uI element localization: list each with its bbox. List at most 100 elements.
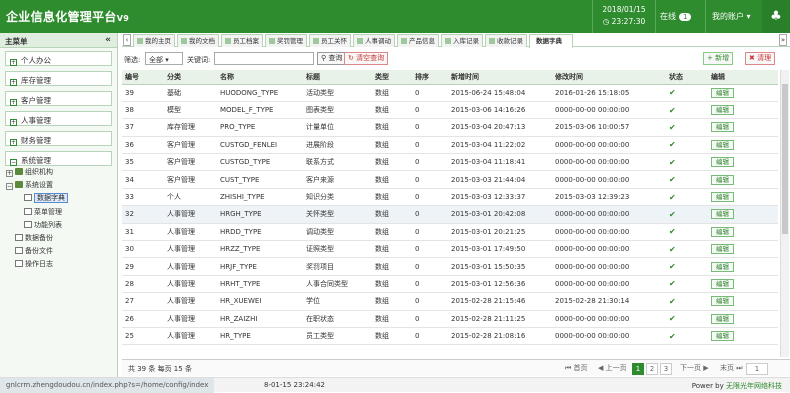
table-row[interactable]: 36 客户管理 CUSTGD_FENLEI 进展阶段 数组 0 2015-03-04 11:… (122, 136, 778, 155)
edit-button[interactable]: 编辑 (711, 331, 734, 342)
menu-finance[interactable]: + 财务管理 (5, 131, 112, 146)
cell-created: 2015-03-01 20:21:25 (448, 223, 552, 242)
edit-button[interactable]: 编辑 (711, 313, 734, 324)
edit-button[interactable]: 编辑 (711, 157, 734, 168)
edit-button[interactable]: 编辑 (711, 105, 734, 116)
online-count-badge: 1 (679, 13, 692, 21)
edit-button[interactable]: 编辑 (711, 139, 734, 150)
online-users[interactable]: 在线 1 (660, 11, 692, 22)
cell-name: HR_ZAIZHI (217, 310, 303, 328)
edit-button[interactable]: 编辑 (711, 87, 734, 98)
tab-products[interactable]: 产品信息 (397, 34, 439, 47)
goto-page-select[interactable]: 1 (746, 363, 768, 375)
tab-scroll-left-icon[interactable]: ‹ (123, 34, 131, 46)
col-title[interactable]: 标题 (303, 70, 372, 85)
tab-employee-care[interactable]: 员工关怀 (309, 34, 351, 47)
edit-button[interactable]: 编辑 (711, 226, 734, 237)
menu-customer[interactable]: + 客户管理 (5, 91, 112, 106)
next-page-link[interactable]: 下一页 ▶ (678, 363, 711, 375)
tab-stock-in[interactable]: 入库记录 (441, 34, 483, 47)
col-name[interactable]: 名称 (217, 70, 303, 85)
company-link[interactable]: 无限光年网络科技 (726, 382, 782, 390)
edit-button[interactable]: 编辑 (711, 261, 734, 272)
check-icon: ✔ (669, 122, 676, 132)
add-button[interactable]: + 新增 (703, 52, 734, 65)
page-2-link[interactable]: 2 (646, 363, 658, 375)
search-button[interactable]: ⚲ 查询 (317, 52, 347, 65)
edit-button[interactable]: 编辑 (711, 244, 734, 255)
table-row[interactable]: 26 人事管理 HR_ZAIZHI 在职状态 数组 0 2015-02-28 21:11:2… (122, 310, 778, 328)
tree-org[interactable]: + 组织机构 (6, 167, 53, 177)
tab-payments[interactable]: 收款记录 (485, 34, 527, 47)
clear-search-button[interactable]: ↻ 清空查询 (344, 52, 389, 65)
edit-button[interactable]: 编辑 (711, 296, 734, 307)
edit-button[interactable]: 编辑 (711, 122, 734, 133)
first-page-link[interactable]: ⏮ 首页 (563, 363, 590, 375)
tab-scroll-right-icon[interactable]: » (779, 34, 787, 46)
page-1-link[interactable]: 1 (632, 363, 644, 375)
prev-page-link[interactable]: ◀ 上一页 (596, 363, 629, 375)
last-page-link[interactable]: 末页 ⏭ (718, 363, 745, 375)
menu-inventory[interactable]: + 库存管理 (5, 71, 112, 86)
menu-system[interactable]: − 系统管理 (5, 151, 112, 166)
scrollbar-thumb[interactable] (782, 84, 788, 234)
cell-sort: 0 (412, 240, 448, 259)
filter-select[interactable]: 全部 ▾ (145, 52, 183, 65)
table-row[interactable]: 25 人事管理 HR_TYPE 员工类型 数组 0 2015-02-28 21:08:16 0… (122, 327, 778, 346)
table-row[interactable]: 38 模型 MODEL_F_TYPE 图表类型 数组 0 2015-03-06 14:16:… (122, 101, 778, 120)
keyword-input[interactable] (214, 52, 314, 65)
col-created[interactable]: 新增时间 (448, 70, 552, 85)
cell-name: CUST_TYPE (217, 170, 303, 189)
tree-icon[interactable]: ♣ (762, 0, 790, 33)
col-category[interactable]: 分类 (164, 70, 217, 85)
tree-backup-files[interactable]: 备份文件 (15, 246, 53, 256)
tree-function-list[interactable]: 功能列表 (24, 220, 62, 230)
cell-category: 人事管理 (164, 327, 217, 346)
menu-hr[interactable]: + 人事管理 (5, 111, 112, 126)
table-row[interactable]: 27 人事管理 HR_XUEWEI 学位 数组 0 2015-02-28 21:15:46 2… (122, 292, 778, 311)
tab-rewards[interactable]: 奖罚管理 (265, 34, 307, 47)
tab-icon (225, 38, 231, 44)
cell-modified: 0000-00-00 00:00:00 (552, 223, 666, 242)
page-3-link[interactable]: 3 (660, 363, 672, 375)
check-icon: ✔ (669, 88, 676, 98)
edit-button[interactable]: 编辑 (711, 174, 734, 185)
menu-personal[interactable]: + 个人办公 (5, 51, 112, 66)
tree-dictionary[interactable]: 数据字典 (24, 193, 68, 203)
tab-transfer[interactable]: 人事调动 (353, 34, 395, 47)
tree-backup[interactable]: 数据备份 (15, 233, 53, 243)
tab-employee-file[interactable]: 员工档案 (221, 34, 263, 47)
table-row[interactable]: 39 基础 HUODONG_TYPE 活动类型 数组 0 2015-06-24 15:48:… (122, 84, 778, 102)
tab-dictionary[interactable]: 数据字典 (529, 34, 573, 48)
edit-button[interactable]: 编辑 (711, 209, 734, 220)
table-row[interactable]: 37 库存管理 PRO_TYPE 计量单位 数组 0 2015-03-04 20:47:13… (122, 118, 778, 137)
collapse-icon[interactable]: « (105, 35, 111, 45)
table-row[interactable]: 33 个人 ZHISHI_TYPE 知识分类 数组 0 2015-03-03 12:33:3… (122, 188, 778, 207)
table-row[interactable]: 34 客户管理 CUST_TYPE 客户来源 数组 0 2015-03-03 21:44:0… (122, 170, 778, 189)
col-modified[interactable]: 修改时间 (552, 70, 666, 85)
clean-button[interactable]: ✖ 清理 (745, 52, 776, 65)
edit-button[interactable]: 编辑 (711, 278, 734, 289)
table-row[interactable]: 31 人事管理 HRDD_TYPE 调动类型 数组 0 2015-03-01 20:21:2… (122, 223, 778, 242)
pagination-bar: 共 39 条 每页 15 条 ⏮ 首页 ◀ 上一页 1 2 3 下一页 ▶ 末页… (122, 359, 790, 376)
tree-operation-log[interactable]: 操作日志 (15, 259, 53, 269)
vertical-scrollbar[interactable] (780, 70, 789, 357)
tab-home[interactable]: 我的主页 (133, 34, 175, 47)
cell-edit: 编辑 (708, 101, 778, 120)
table-row[interactable]: 28 人事管理 HRHT_TYPE 人事合同类型 数组 0 2015-03-01 12:56… (122, 275, 778, 294)
account-menu[interactable]: 我的账户 ▾ (712, 11, 751, 22)
tree-settings[interactable]: − 系统设置 (6, 180, 53, 190)
server-time: 8-01-15 23:24:42 (264, 381, 325, 389)
table-row[interactable]: 29 人事管理 HRJF_TYPE 奖罚项目 数组 0 2015-03-01 15:50:3… (122, 257, 778, 276)
tree-menu-manage[interactable]: 菜单管理 (24, 207, 62, 217)
table-row[interactable]: 35 客户管理 CUSTGD_TYPE 联系方式 数组 0 2015-03-04 11:18… (122, 153, 778, 172)
tab-documents[interactable]: 我的文档 (177, 34, 219, 47)
col-id[interactable]: 编号 (122, 70, 164, 85)
cell-title: 计量单位 (303, 118, 372, 137)
table-row[interactable]: 30 人事管理 HRZZ_TYPE 证照类型 数组 0 2015-03-01 17:49:5… (122, 240, 778, 259)
col-sort[interactable]: 排序 (412, 70, 448, 85)
tab-icon (445, 38, 451, 44)
col-type[interactable]: 类型 (372, 70, 412, 85)
edit-button[interactable]: 编辑 (711, 192, 734, 203)
table-row[interactable]: 32 人事管理 HRGH_TYPE 关怀类型 数组 0 2015-03-01 20:42:0… (122, 205, 778, 224)
